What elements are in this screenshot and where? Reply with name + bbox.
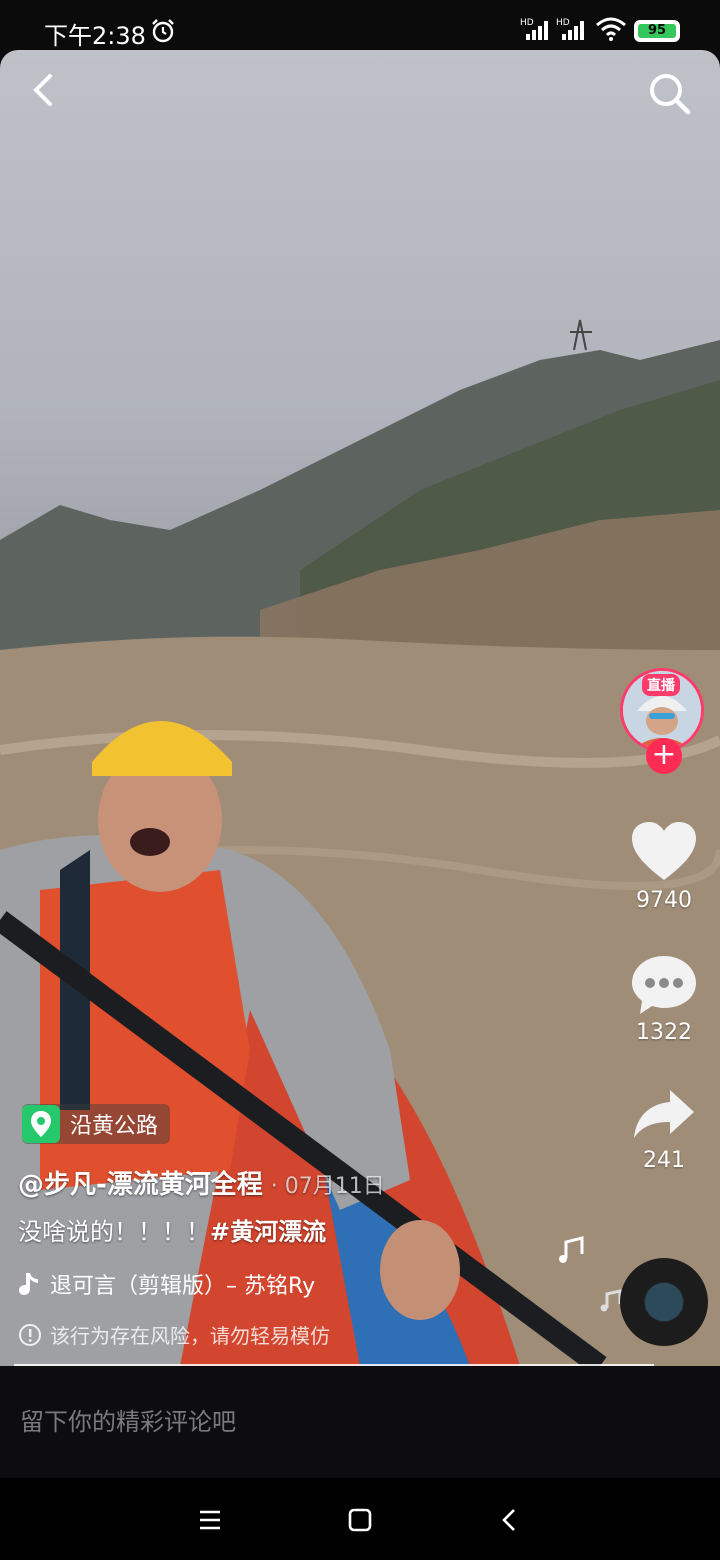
author-name[interactable]: @步凡-漂流黄河全程 [18, 1170, 263, 1200]
menu-icon[interactable] [190, 1500, 230, 1540]
back-nav-icon[interactable] [490, 1500, 530, 1540]
music-info[interactable]: 退可言（剪辑版）– 苏铭Ry [18, 1268, 358, 1300]
risk-text: 该行为存在风险，请勿轻易模仿 [50, 1324, 330, 1348]
video-caption: 没啥说的！！！！#黄河漂流 [18, 1212, 326, 1247]
battery-indicator: 95 [634, 20, 680, 42]
like-count: 9740 [636, 888, 692, 913]
comment-bar: 留下你的精彩评论吧 [0, 1366, 720, 1478]
comment-action[interactable]: 1322 [612, 952, 716, 1045]
home-icon[interactable] [340, 1500, 380, 1540]
alarm-icon [152, 19, 174, 43]
warning-icon [19, 1323, 41, 1346]
share-arrow-icon [634, 1090, 694, 1138]
post-date: · 07月11日 [270, 1174, 385, 1199]
search-button[interactable] [646, 70, 692, 116]
comment-input[interactable]: 留下你的精彩评论吧 [20, 1402, 236, 1437]
location-name: 沿黄公路 [70, 1114, 159, 1139]
follow-button[interactable]: + [646, 738, 682, 774]
music-disc[interactable] [620, 1258, 708, 1346]
back-button[interactable] [24, 70, 64, 110]
battery-level: 95 [638, 24, 676, 38]
hashtag-link[interactable]: #黄河漂流 [210, 1218, 326, 1246]
heart-icon [632, 822, 696, 880]
svg-text:HD: HD [556, 18, 570, 28]
status-bar: 下午2:38 HD HD 95 [0, 0, 720, 50]
share-action[interactable]: 241 [612, 1084, 716, 1173]
svg-text:HD: HD [520, 18, 534, 28]
share-count: 241 [643, 1148, 685, 1173]
live-badge: 直播 [642, 674, 680, 696]
tiktok-note-icon [19, 1273, 38, 1295]
like-action[interactable]: 9740 [612, 820, 716, 913]
floating-music-note-icon [559, 1236, 584, 1263]
caption-text: 没啥说的！！！！ [18, 1218, 210, 1246]
system-nav-bar [0, 1478, 720, 1560]
comment-count: 1322 [636, 1020, 692, 1045]
signal-hd-icon: HD [520, 18, 548, 40]
wifi-icon [596, 17, 626, 41]
music-title: 退可言（剪辑版）– 苏铭Ry [50, 1274, 316, 1299]
risk-warning: 该行为存在风险，请勿轻易模仿 [18, 1320, 330, 1349]
status-time: 下午2:38 [44, 22, 146, 50]
location-tag[interactable]: 沿黄公路 [22, 1104, 171, 1144]
author-line[interactable]: @步凡-漂流黄河全程 · 07月11日 [18, 1164, 385, 1201]
signal-hd-icon-2: HD [556, 18, 584, 40]
location-pin-icon [22, 1105, 60, 1143]
comment-icon [632, 956, 696, 1014]
